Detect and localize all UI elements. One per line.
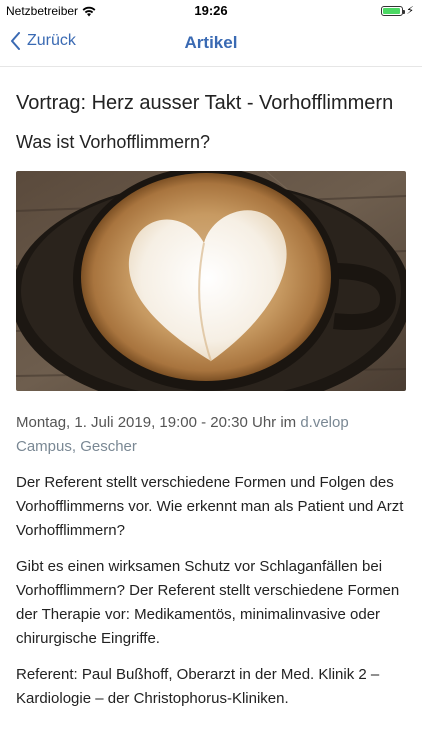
article-title: Vortrag: Herz ausser Takt - Vorhofflimme… [16,92,394,114]
battery-icon [381,5,406,16]
article-subtitle: Was ist Vorhofflimmern? [16,132,211,152]
article-paragraph: Gibt es einen wirksamen Schutz vor Schla… [16,558,400,647]
status-bar: Netzbetreiber 19:26 ⚡ [0,0,422,22]
status-time: 19:26 [194,3,228,18]
latte-art-heart-image [16,171,406,391]
navigation-bar: Zurück Artikel [0,22,422,67]
event-date-time: Montag, 1. Juli 2019, 19:00 - 20:30 Uhr … [16,414,301,431]
article-content: Vortrag: Herz ausser Takt - Vorhofflimme… [16,90,408,711]
page-title: Artikel [184,33,238,52]
article-paragraph: Referent: Paul Bußhoff, Oberarzt in der … [16,666,380,707]
event-meta: Montag, 1. Juli 2019, 19:00 - 20:30 Uhr … [16,411,408,459]
article-paragraph: Der Referent stellt verschiedene Formen … [16,474,404,539]
battery-group: ⚡ [381,4,414,17]
charging-bolt-icon: ⚡ [406,5,414,17]
